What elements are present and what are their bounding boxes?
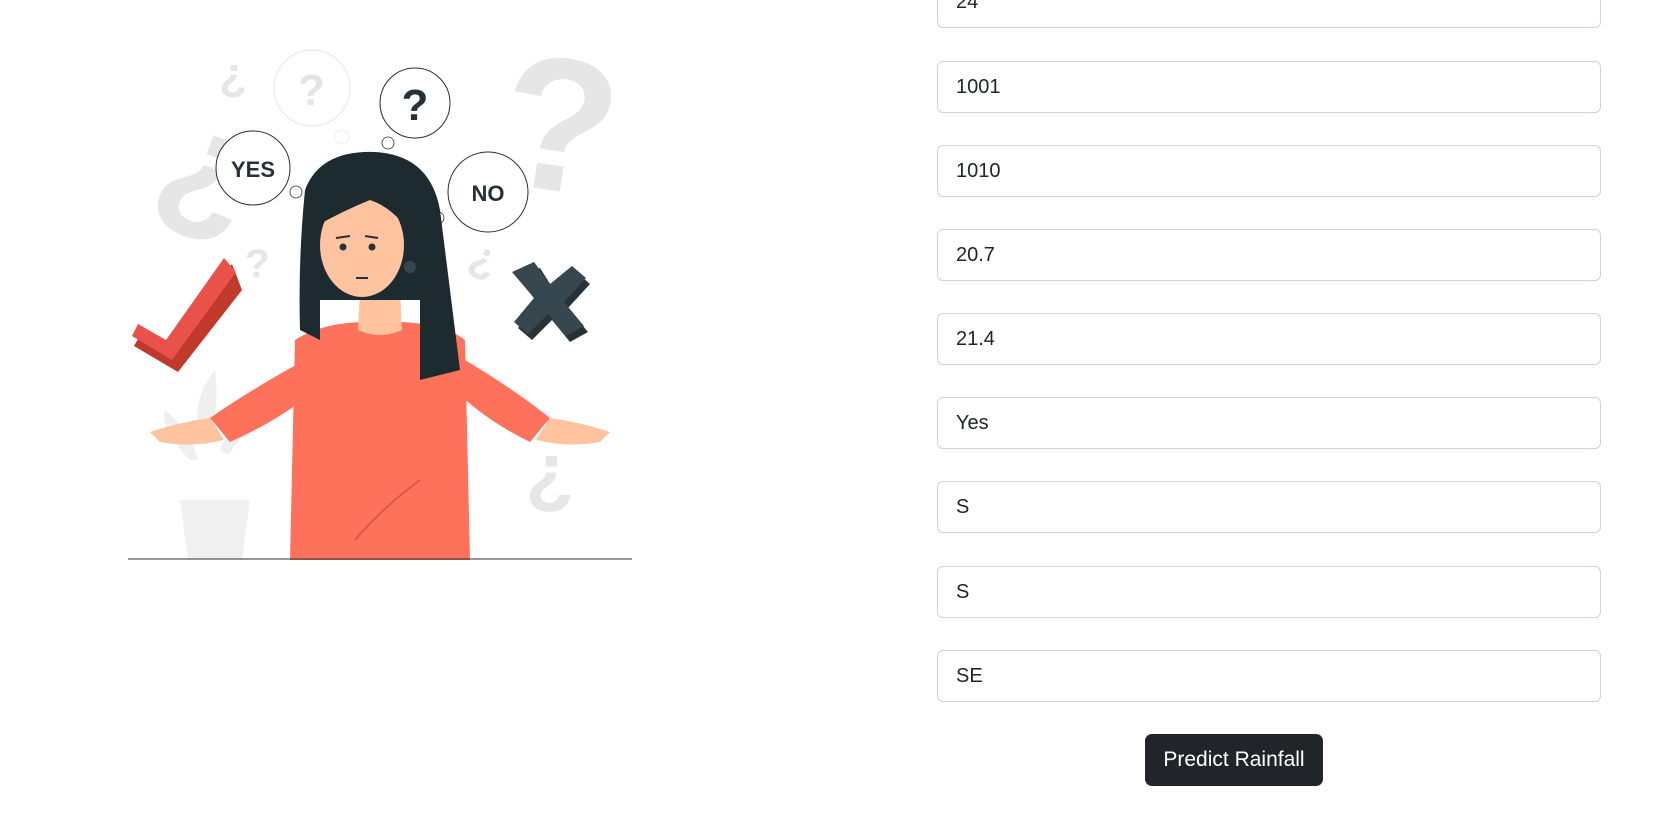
question-label: ?	[402, 81, 429, 130]
input-field-9[interactable]	[937, 650, 1601, 702]
question-bubble: ?	[334, 67, 451, 150]
page: ? ? ? ? ? ? ? YES ? NO 24 1001 1010 20.7…	[0, 0, 1656, 813]
yes-label: YES	[231, 157, 275, 182]
svg-text:?: ?	[245, 242, 269, 286]
no-label: NO	[472, 181, 505, 206]
svg-text:?: ?	[525, 439, 574, 528]
input-field-2[interactable]	[937, 61, 1601, 113]
input-field-5[interactable]	[937, 313, 1601, 365]
input-field-6[interactable]	[937, 397, 1601, 449]
input-field-4[interactable]	[937, 229, 1601, 281]
input-field-3[interactable]	[937, 145, 1601, 197]
svg-text:?: ?	[298, 66, 325, 115]
input-field-8[interactable]	[937, 566, 1601, 618]
rainfall-form: Predict Rainfall	[937, 0, 1601, 813]
confused-woman-illustration: ? ? ? ? ? ? ? YES ? NO	[128, 40, 632, 560]
svg-text:?: ?	[461, 236, 503, 291]
svg-text:?: ?	[219, 55, 247, 107]
predict-rainfall-button[interactable]: Predict Rainfall	[1145, 734, 1323, 786]
cross-icon	[512, 262, 590, 342]
yes-bubble: YES	[215, 130, 303, 206]
input-field-7[interactable]	[937, 481, 1601, 533]
no-bubble: NO	[431, 151, 529, 233]
input-field-1[interactable]	[937, 0, 1601, 28]
check-icon	[132, 258, 242, 372]
